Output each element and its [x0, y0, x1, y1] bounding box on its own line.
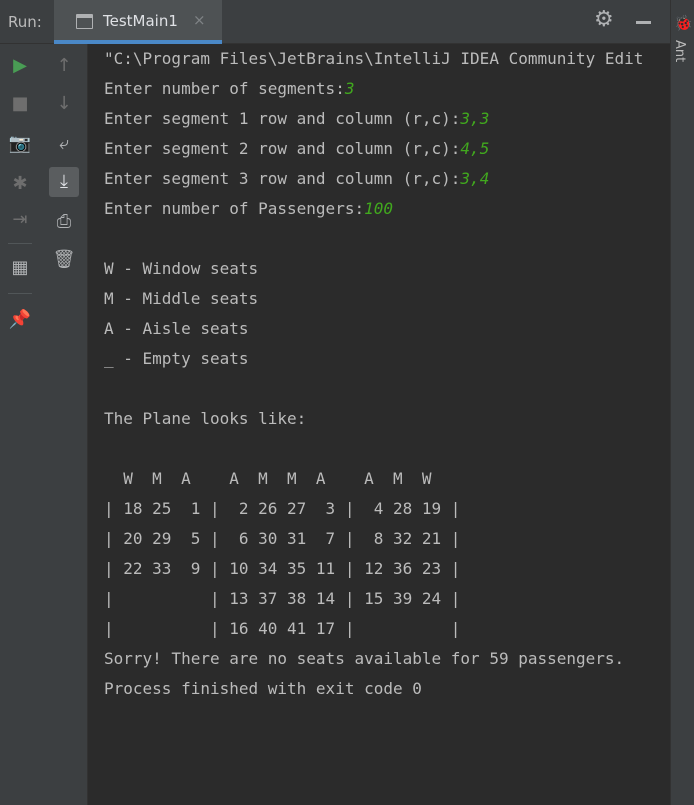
- console-line-exit-code: Process finished with exit code 0: [104, 679, 422, 698]
- user-input: 100: [364, 199, 393, 218]
- print-icon[interactable]: ⎙: [51, 209, 77, 235]
- user-input: 3,3: [460, 109, 490, 128]
- pin-icon[interactable]: 📌: [7, 307, 33, 333]
- console-line-seat-row: | 22 33 9 | 10 34 35 11 | 12 36 23 |: [104, 559, 461, 578]
- console-line-legend-middle: M - Middle seats: [104, 289, 259, 308]
- toolbar-separator: [8, 293, 32, 294]
- console-line-plane-title: The Plane looks like:: [104, 409, 307, 428]
- rerun-icon[interactable]: ▶: [7, 53, 33, 79]
- up-arrow-icon[interactable]: ↑: [51, 53, 77, 79]
- console-line-segment-1: Enter segment 1 row and column (r,c):3,3: [104, 109, 490, 128]
- console-line-legend-aisle: A - Aisle seats: [104, 319, 249, 338]
- trash-icon[interactable]: 🗑: [51, 247, 77, 273]
- stop-icon[interactable]: ■: [7, 91, 33, 117]
- gear-icon[interactable]: ⚙: [594, 9, 614, 31]
- console-window-icon: [76, 14, 93, 29]
- ant-tool-window-label[interactable]: Ant: [672, 40, 687, 62]
- camera-icon[interactable]: 📷: [7, 131, 33, 157]
- console-line-seat-row: | 18 25 1 | 2 26 27 3 | 4 28 19 |: [104, 499, 461, 518]
- close-tab-icon[interactable]: ×: [193, 11, 206, 29]
- scroll-to-end-icon[interactable]: ⤓: [49, 167, 79, 197]
- console-line-segments-prompt: Enter number of segments:3: [104, 79, 355, 98]
- user-input: 3,4: [460, 169, 490, 188]
- layout-icon[interactable]: ▦: [7, 255, 33, 281]
- tab-title: TestMain1: [103, 12, 178, 30]
- console-line-legend-window: W - Window seats: [104, 259, 259, 278]
- minimize-icon[interactable]: [636, 21, 651, 24]
- console-line-seat-row: | | 16 40 41 17 | |: [104, 619, 461, 638]
- console-line-error-message: Sorry! There are no seats available for …: [104, 649, 625, 668]
- console-output[interactable]: "C:\Program Files\JetBrains\IntelliJ IDE…: [89, 44, 669, 805]
- soft-wrap-icon[interactable]: ⤶: [51, 131, 77, 157]
- run-actions-toolbar: ▶ ■ 📷 ✱ ⇥ ▦ 📌: [0, 44, 40, 805]
- console-line-seat-row: | 20 29 5 | 6 30 31 7 | 8 32 21 |: [104, 529, 461, 548]
- console-line-legend-empty: _ - Empty seats: [104, 349, 249, 368]
- debug-icon[interactable]: ✱: [7, 171, 33, 197]
- toolbar-separator: [8, 243, 32, 244]
- right-tool-strip: [670, 0, 694, 805]
- run-label: Run:: [8, 13, 42, 31]
- console-line-segment-3: Enter segment 3 row and column (r,c):3,4: [104, 169, 490, 188]
- console-line-segment-2: Enter segment 2 row and column (r,c):4,5: [104, 139, 490, 158]
- ant-icon[interactable]: 🐞: [674, 14, 693, 32]
- user-input: 3: [344, 79, 355, 98]
- console-line-passengers-prompt: Enter number of Passengers:100: [104, 199, 393, 218]
- exit-icon[interactable]: ⇥: [7, 207, 33, 233]
- console-line-seat-row: | | 13 37 38 14 | 15 39 24 |: [104, 589, 461, 608]
- console-line-seat-header: W M A A M M A A M W: [104, 469, 432, 488]
- run-tool-window-header: Run: TestMain1 × ⚙: [0, 0, 670, 44]
- console-actions-toolbar: ↑ ↓ ⤶ ⤓ ⎙ 🗑: [40, 44, 88, 805]
- down-arrow-icon[interactable]: ↓: [51, 91, 77, 117]
- user-input: 4,5: [460, 139, 490, 158]
- console-line-command: "C:\Program Files\JetBrains\IntelliJ IDE…: [104, 49, 644, 68]
